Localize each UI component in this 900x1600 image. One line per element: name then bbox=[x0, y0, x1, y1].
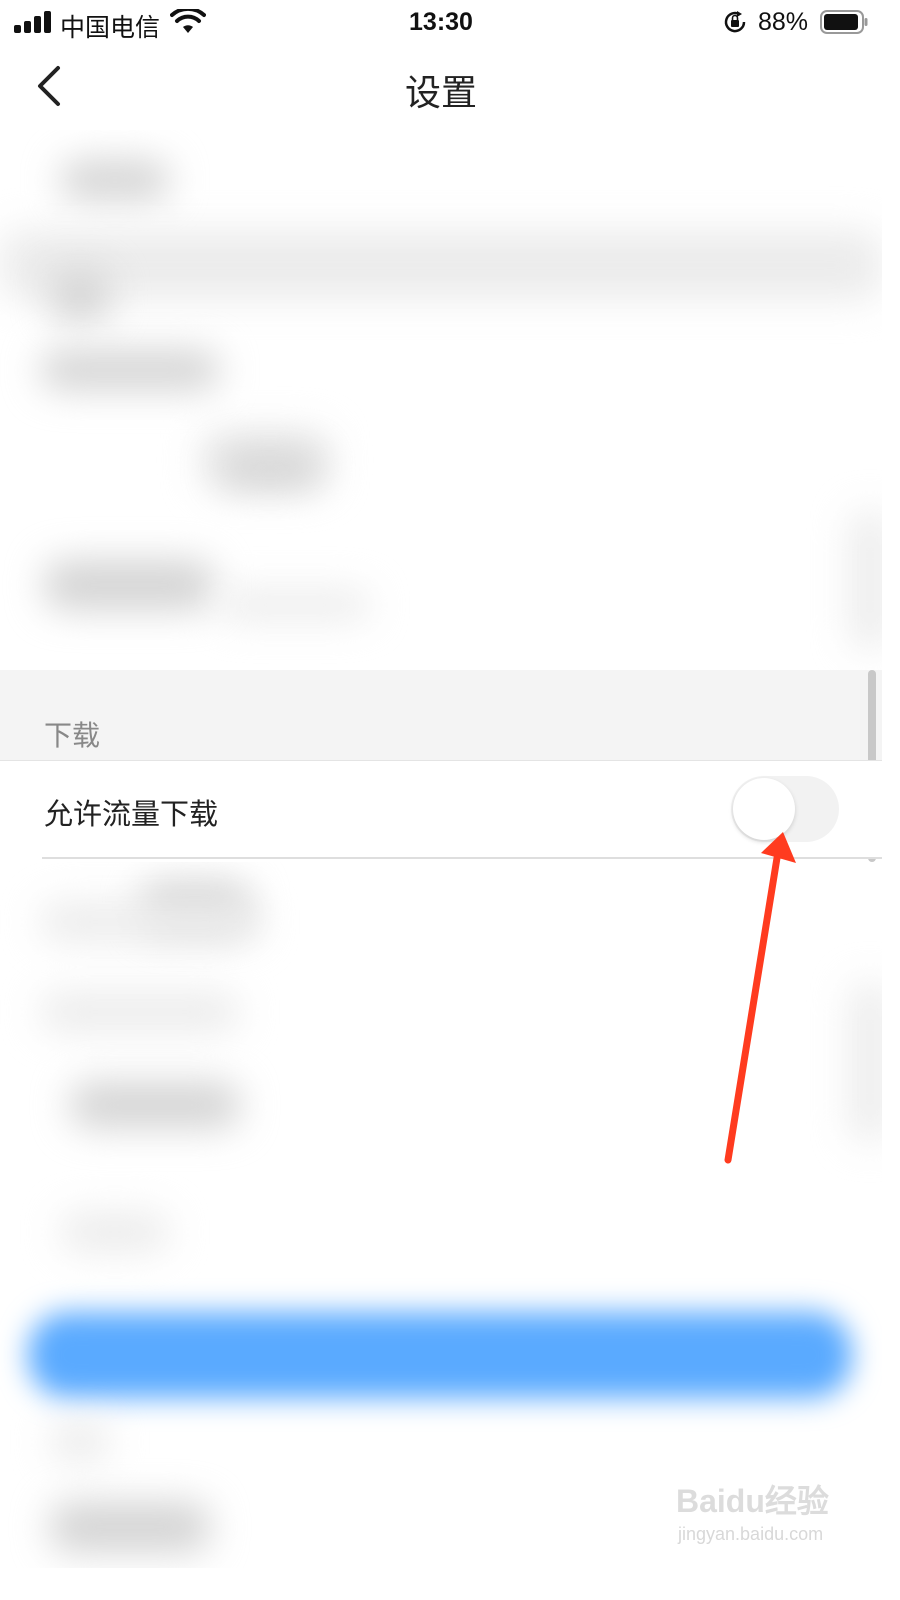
battery-percentage: 88% bbox=[758, 8, 809, 36]
page-title: 设置 bbox=[404, 73, 477, 114]
status-bar: 中国电信 13:30 88% bbox=[0, 0, 882, 46]
section-title: 下载 bbox=[44, 719, 101, 752]
blurred-settings-list-bottom bbox=[0, 862, 882, 1568]
watermark-url: jingyan.baidu.com bbox=[678, 1524, 824, 1544]
rotation-lock-icon bbox=[724, 11, 746, 33]
settings-screen: 中国电信 13:30 88% 设置 下载 允许流量下载 Baidu经验 jing… bbox=[0, 0, 882, 1568]
blurred-primary-button bbox=[28, 1312, 852, 1398]
watermark-brand: Baidu经验 bbox=[676, 1483, 829, 1519]
download-section-header: 下载 bbox=[0, 670, 882, 760]
navigation-bar: 设置 bbox=[0, 46, 882, 130]
status-time: 13:30 bbox=[409, 8, 473, 36]
allow-data-download-toggle[interactable] bbox=[731, 776, 839, 842]
row-divider bbox=[42, 857, 882, 859]
allow-data-download-label: 允许流量下载 bbox=[44, 797, 219, 831]
toggle-knob bbox=[733, 778, 795, 840]
allow-data-download-row[interactable]: 允许流量下载 bbox=[0, 760, 882, 859]
blurred-settings-list-top bbox=[0, 130, 882, 670]
battery-icon bbox=[820, 10, 868, 34]
